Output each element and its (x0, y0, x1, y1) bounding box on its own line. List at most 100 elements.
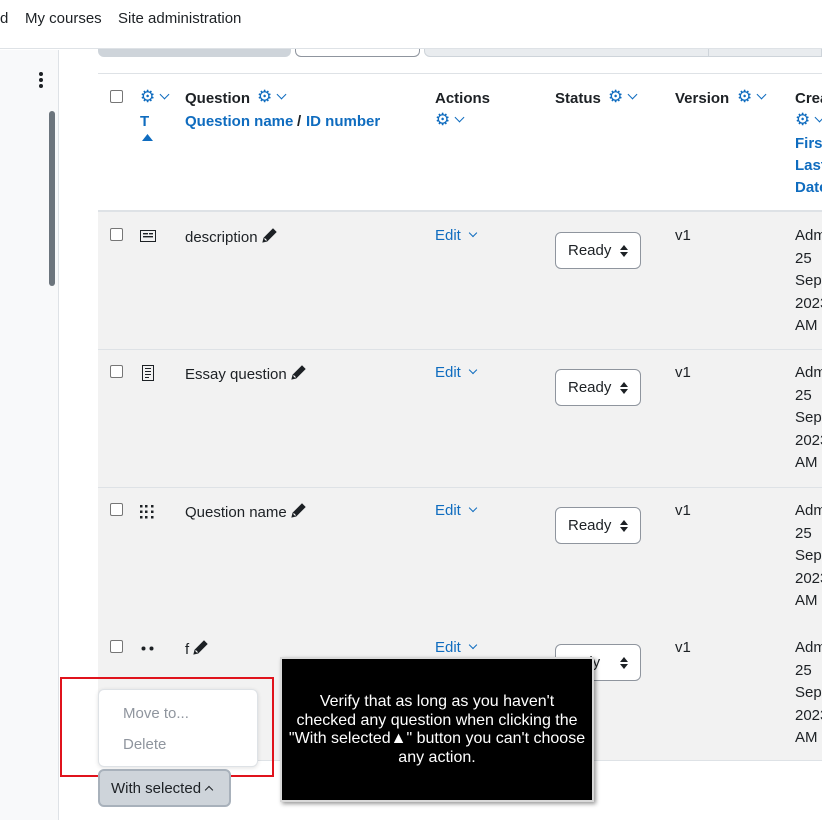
pencil-icon[interactable] (290, 364, 307, 381)
sort-ascending-icon (142, 134, 153, 141)
row-checkbox[interactable] (110, 640, 123, 653)
nav-item-dashboard[interactable]: d (0, 10, 8, 27)
question-column-header: Question (185, 90, 251, 107)
edit-menu-link[interactable]: Edit (435, 227, 461, 244)
pencil-icon[interactable] (261, 227, 278, 244)
actions-column-header: Actions (435, 90, 491, 107)
type-column-gear-icon[interactable]: ⚙ (140, 88, 155, 105)
creator-line: AM (795, 317, 818, 334)
creator-line: 2023 (795, 569, 822, 587)
creator-line: Adm (795, 502, 822, 519)
question-name: Question name (185, 502, 307, 521)
chevron-down-icon[interactable] (468, 640, 478, 650)
question-name-text: Essay question (185, 366, 287, 383)
select-arrows-icon (620, 520, 628, 532)
nav-item-my-courses[interactable]: My courses (25, 10, 102, 27)
creator-line: 25 (795, 524, 812, 542)
select-arrows-icon (620, 382, 628, 394)
question-name-text: description (185, 229, 258, 246)
edit-menu-link[interactable]: Edit (435, 364, 461, 381)
select-arrows-icon (620, 245, 628, 257)
chevron-down-icon[interactable] (814, 112, 822, 123)
creator-line: 2023 (795, 294, 822, 312)
sort-id-number-link[interactable]: ID number (306, 113, 380, 130)
creator-line: 2023 (795, 706, 822, 724)
version-column-header: Version (675, 90, 730, 107)
table-row: Question name Edit Ready v1 Adm 25 Sep 2… (98, 488, 822, 626)
creator-line: Sep (795, 547, 822, 564)
creator-info: Adm 25 Sep 2023 AM (795, 637, 822, 750)
question-name-text: Question name (185, 504, 287, 521)
search-control[interactable] (424, 49, 822, 57)
creator-line: Adm (795, 227, 822, 244)
sort-question-name-link[interactable]: Question name (185, 113, 293, 130)
creator-info: Adm 25 Sep 2023 AM (795, 362, 822, 475)
header-separator: / (297, 113, 302, 130)
status-select[interactable]: Ready (555, 369, 641, 406)
version-column-gear-icon[interactable]: ⚙ (737, 88, 752, 105)
essay-icon (142, 365, 154, 381)
scrollbar[interactable] (49, 111, 55, 286)
version-value: v1 (675, 639, 691, 656)
question-column-gear-icon[interactable]: ⚙ (257, 88, 272, 105)
chevron-down-icon[interactable] (468, 365, 478, 375)
chevron-down-icon[interactable] (756, 89, 767, 100)
version-value: v1 (675, 364, 691, 381)
table-row: description Edit Ready v1 Adm 25 Sep 202… (98, 212, 822, 350)
kebab-menu-icon[interactable] (34, 70, 48, 90)
type-sort-link[interactable]: T (140, 113, 149, 130)
status-select[interactable]: Ready (555, 507, 641, 544)
creator-info: Adm 25 Sep 2023 AM (795, 500, 822, 613)
chevron-down-icon[interactable] (159, 89, 170, 100)
edit-menu-link[interactable]: Edit (435, 502, 461, 519)
filter-control[interactable] (98, 49, 291, 57)
version-value: v1 (675, 502, 691, 519)
select-arrows-icon (620, 657, 628, 669)
chevron-up-icon (204, 785, 214, 795)
question-name: description (185, 227, 278, 246)
creator-info: Adm 25 Sep 2023 AM (795, 225, 822, 338)
nav-item-site-administration[interactable]: Site administration (118, 10, 241, 27)
description-icon (140, 230, 156, 242)
actions-column-gear-icon[interactable]: ⚙ (435, 111, 450, 128)
divider (708, 49, 709, 57)
sort-date-link[interactable]: Date (795, 179, 822, 196)
creator-line: 25 (795, 386, 812, 404)
sort-last-name-link[interactable]: Last (795, 157, 822, 174)
status-column-header: Status (555, 90, 601, 107)
status-value: Ready (568, 379, 612, 396)
chevron-down-icon[interactable] (627, 89, 638, 100)
matching-icon (140, 505, 154, 519)
with-selected-button[interactable]: With selected (98, 769, 231, 807)
creator-line: Adm (795, 639, 822, 656)
creator-line: 25 (795, 249, 812, 267)
creator-line: Sep (795, 409, 822, 426)
creator-line: Sep (795, 272, 822, 289)
table-header: ⚙ T Question ⚙ Question name / ID number… (98, 73, 822, 212)
row-checkbox[interactable] (110, 365, 123, 378)
with-selected-label: With selected (111, 780, 202, 797)
chevron-down-icon[interactable] (468, 228, 478, 238)
row-checkbox[interactable] (110, 503, 123, 516)
version-value: v1 (675, 227, 691, 244)
row-checkbox[interactable] (110, 228, 123, 241)
creator-line: AM (795, 729, 818, 746)
question-name: f (185, 639, 209, 658)
status-value: Ready (568, 517, 612, 534)
annotation-tooltip: Verify that as long as you haven't check… (280, 657, 594, 802)
pencil-icon[interactable] (192, 639, 209, 656)
chevron-down-icon[interactable] (276, 89, 287, 100)
dots-icon (141, 646, 154, 651)
pencil-icon[interactable] (290, 502, 307, 519)
edit-menu-link[interactable]: Edit (435, 639, 461, 656)
select-all-checkbox[interactable] (110, 90, 123, 103)
status-column-gear-icon[interactable]: ⚙ (608, 88, 623, 105)
sort-first-name-link[interactable]: Firs (795, 135, 822, 152)
status-select[interactable]: Ready (555, 232, 641, 269)
filter-control[interactable] (295, 49, 420, 57)
chevron-down-icon[interactable] (454, 112, 465, 123)
created-by-column-gear-icon[interactable]: ⚙ (795, 111, 810, 128)
chevron-down-icon[interactable] (468, 503, 478, 513)
created-by-column-header: Crea (795, 90, 822, 107)
highlight-box (60, 677, 274, 777)
